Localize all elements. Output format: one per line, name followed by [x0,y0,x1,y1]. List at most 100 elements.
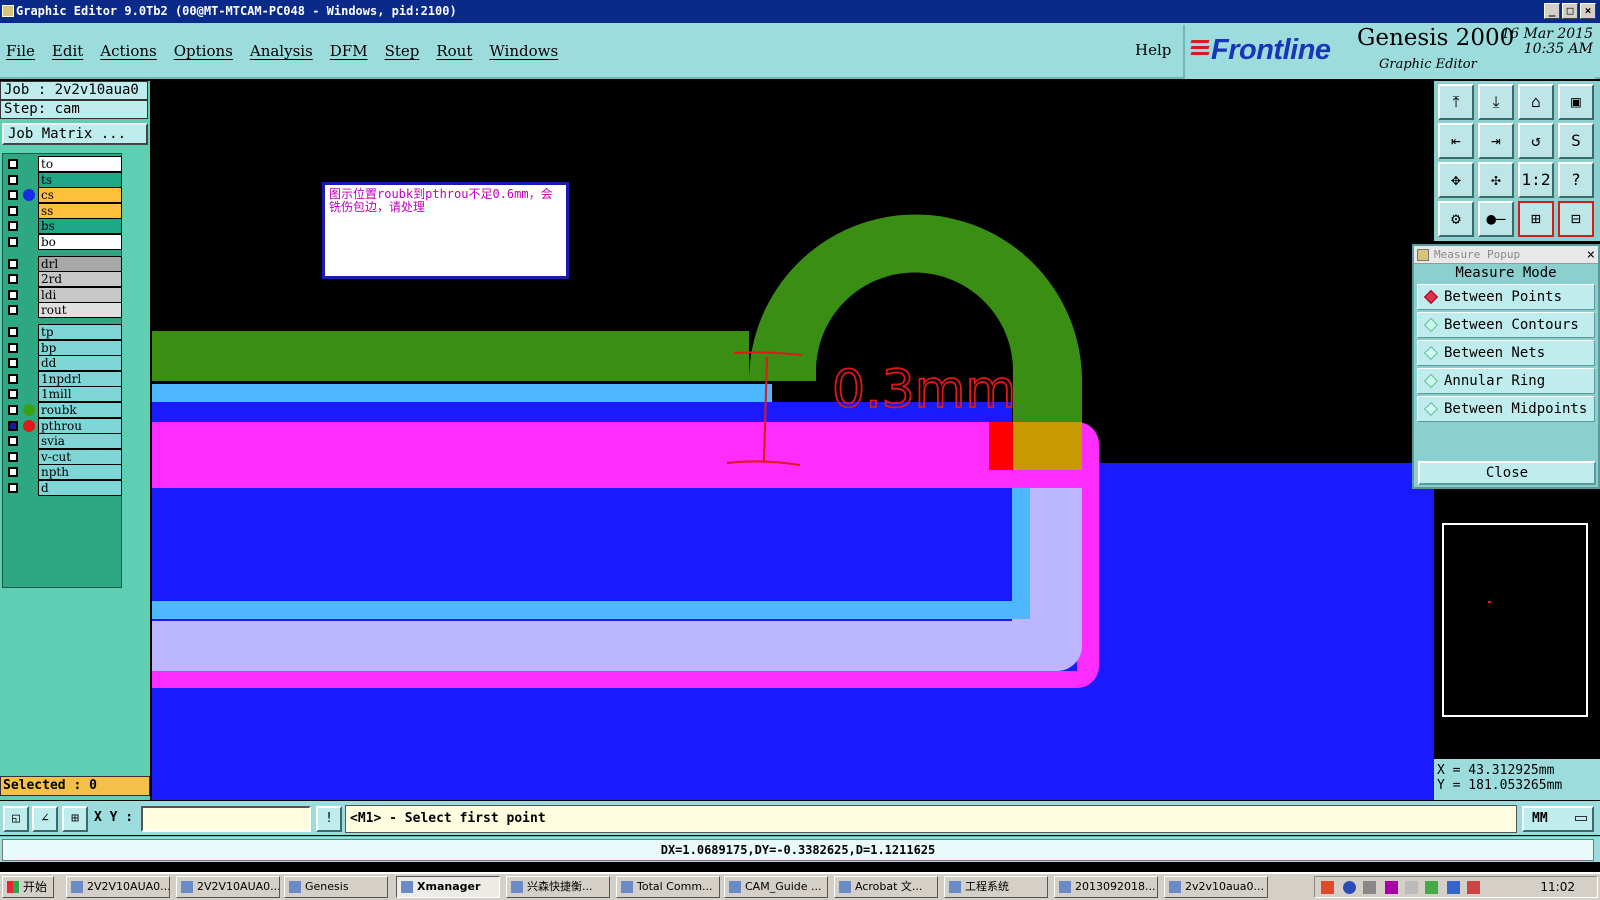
layer-checkbox[interactable] [8,436,18,447]
layer-name[interactable]: roubk [38,402,122,418]
net-select-icon[interactable]: ⊞ [1518,201,1554,237]
snap-icon[interactable]: S [1558,123,1594,159]
pan-right-icon[interactable]: ⇥ [1478,123,1514,159]
layer-checkbox[interactable] [8,159,18,169]
close-window-button[interactable]: × [1580,3,1596,19]
minimize-button[interactable]: _ [1544,3,1560,19]
layer-name[interactable]: ss [38,202,122,219]
layer-row-npth[interactable]: npth [3,464,123,481]
layer-checkbox[interactable] [8,221,18,232]
menu-file[interactable]: File [6,42,35,60]
layer-checkbox[interactable] [8,274,18,285]
layer-row-bp[interactable]: bp [3,339,123,356]
layer-row-dd[interactable]: dd [3,355,123,372]
overview-map[interactable] [1434,493,1600,743]
menu-edit[interactable]: Edit [52,42,83,60]
measure-line-icon[interactable]: ●– [1478,201,1514,237]
zoom-down-icon[interactable]: ⤓ [1478,84,1514,120]
network-icon[interactable] [1363,881,1376,894]
scale-1-2-icon[interactable]: 1:2 [1518,162,1554,198]
layer-name[interactable]: rout [38,302,122,319]
home-view-icon[interactable]: ⌂ [1518,84,1554,120]
layer-checkbox[interactable] [8,237,18,247]
tray-app-icon[interactable] [1321,881,1334,894]
taskbar-item[interactable]: Acrobat 文... [834,876,938,898]
layer-name[interactable]: to [38,156,122,172]
alert-icon[interactable]: ! [316,806,342,832]
input-method-icon[interactable] [1385,881,1398,894]
xy-input[interactable] [141,806,311,832]
layer-checkbox[interactable] [8,327,18,337]
snap-mode-icon[interactable]: ◱ [3,806,29,832]
pan-left-icon[interactable]: ⇤ [1438,123,1474,159]
volume-icon[interactable] [1405,881,1418,894]
menu-dfm[interactable]: DFM [330,42,368,60]
layer-checkbox[interactable] [8,342,18,353]
units-select[interactable]: MM [1522,806,1594,832]
layer-checkbox[interactable] [8,389,18,400]
layer-row-cs[interactable]: cs [3,187,123,204]
tools-icon[interactable]: ⚙ [1438,201,1474,237]
taskbar-item[interactable]: Genesis [284,876,388,898]
angle-mode-icon[interactable]: ∠ [32,806,58,832]
layer-checkbox[interactable] [8,258,18,269]
layer-row-pthrou[interactable]: pthrou [3,417,123,434]
layer-row-bo[interactable]: bo [3,234,123,250]
net-highlight-icon[interactable]: ⊟ [1558,201,1594,237]
layer-name[interactable]: 2rd [38,271,122,288]
layer-checkbox[interactable] [8,451,18,462]
layer-name[interactable]: bo [38,234,122,250]
layer-name[interactable]: drl [38,255,122,272]
display-icon[interactable] [1447,881,1460,894]
layer-name[interactable]: bs [38,218,122,235]
layer-name[interactable]: dd [38,355,122,372]
taskbar-item[interactable]: 2v2v10aua0... [1164,876,1268,898]
layer-row-svia[interactable]: svia [3,433,123,450]
layer-name[interactable]: svia [38,433,122,450]
taskbar-item[interactable]: 兴森快捷衡... [506,876,610,898]
layer-name[interactable]: tp [38,324,122,340]
fit-profile-icon[interactable]: ✣ [1478,162,1514,198]
window-icon[interactable]: ▣ [1558,84,1594,120]
layer-checkbox[interactable] [8,190,18,201]
menu-analysis[interactable]: Analysis [250,42,313,60]
layer-checkbox[interactable] [8,373,18,384]
layer-checkbox[interactable] [8,205,18,216]
taskbar-item[interactable]: 2V2V10AUA0... [66,876,170,898]
layer-row-v-cut[interactable]: v-cut [3,448,123,465]
layer-row-bs[interactable]: bs [3,218,123,235]
layer-checkbox[interactable] [8,358,18,369]
layer-row-1npdrl[interactable]: 1npdrl [3,370,123,387]
help-icon[interactable] [1343,881,1356,894]
layer-row-roubk[interactable]: roubk [3,402,123,418]
layer-checkbox[interactable] [8,289,18,300]
fit-all-icon[interactable]: ✥ [1438,162,1474,198]
measure-option-between-contours[interactable]: Between Contours [1417,312,1595,338]
layer-name[interactable]: 1mill [38,386,122,403]
job-matrix-button[interactable]: Job Matrix ... [2,123,148,145]
layer-row-2rd[interactable]: 2rd [3,271,123,288]
layer-checkbox[interactable] [8,467,18,478]
layer-row-to[interactable]: to [3,156,123,172]
security-icon[interactable] [1425,881,1438,894]
layer-name[interactable]: ts [38,171,122,188]
maximize-button[interactable]: □ [1562,3,1578,19]
layer-row-ldi[interactable]: ldi [3,286,123,303]
taskbar-item[interactable]: Total Comm... [616,876,720,898]
graphic-canvas[interactable]: 0.3mm 图示位置roubk到pthrou不足0.6mm，会铣伤包边，请处理 [152,81,1434,800]
menu-rout[interactable]: Rout [436,42,472,60]
taskbar-item[interactable]: 2013092018... [1054,876,1158,898]
grid-mode-icon[interactable]: ⊞ [62,806,88,832]
layer-name[interactable]: bp [38,339,122,356]
menu-step[interactable]: Step [385,42,420,60]
layer-row-ts[interactable]: ts [3,171,123,188]
layer-checkbox[interactable] [8,405,18,415]
layer-row-ss[interactable]: ss [3,202,123,219]
zoom-home-icon[interactable]: ⤒ [1438,84,1474,120]
layer-name[interactable]: 1npdrl [38,370,122,387]
update-icon[interactable] [1467,881,1480,894]
layer-name[interactable]: cs [38,187,122,204]
taskbar-item[interactable]: 2V2V10AUA0... [176,876,280,898]
menu-windows[interactable]: Windows [489,42,558,60]
measure-option-between-midpoints[interactable]: Between Midpoints [1417,396,1595,422]
